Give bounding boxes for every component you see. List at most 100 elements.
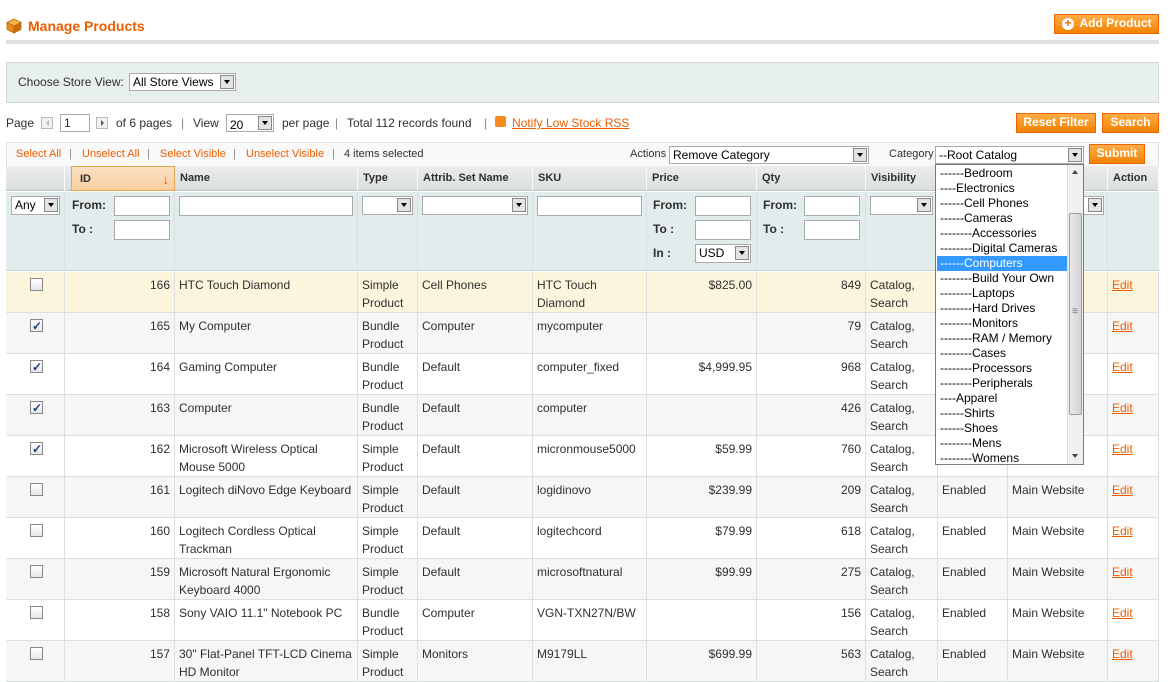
header-visibility[interactable]: Visibility	[866, 166, 938, 191]
row-checkbox[interactable]	[30, 606, 43, 619]
header-attrib-set[interactable]: Attrib. Set Name	[418, 166, 533, 191]
edit-link[interactable]: Edit	[1112, 565, 1133, 579]
category-option[interactable]: --------Monitors	[937, 316, 1067, 331]
category-option[interactable]: ----Electronics	[937, 181, 1067, 196]
category-option[interactable]: --------RAM / Memory	[937, 331, 1067, 346]
chevron-down-icon	[917, 198, 931, 212]
sku-filter-input[interactable]	[537, 196, 642, 216]
edit-link[interactable]: Edit	[1112, 401, 1133, 415]
currency-select[interactable]: USD	[695, 244, 751, 263]
row-action: Edit	[1108, 518, 1159, 559]
category-option[interactable]: --------Cases	[937, 346, 1067, 361]
row-attrib-set: Monitors	[418, 641, 533, 682]
edit-link[interactable]: Edit	[1112, 442, 1133, 456]
category-option[interactable]: ------Shirts	[937, 406, 1067, 421]
edit-link[interactable]: Edit	[1112, 606, 1133, 620]
id-to-input[interactable]	[114, 220, 170, 240]
price-from-input[interactable]	[695, 196, 751, 216]
table-row[interactable]: 161 Logitech diNovo Edge Keyboard Simple P…	[6, 477, 1159, 518]
visibility-filter-select[interactable]	[870, 196, 933, 215]
dropdown-scrollbar[interactable]	[1067, 165, 1083, 464]
next-page-icon[interactable]	[96, 117, 108, 129]
category-option[interactable]: --------Accessories	[937, 226, 1067, 241]
row-checkbox[interactable]	[30, 317, 43, 335]
edit-link[interactable]: Edit	[1112, 524, 1133, 538]
row-checkbox[interactable]	[30, 440, 43, 458]
category-option[interactable]: --------Processors	[937, 361, 1067, 376]
category-option[interactable]: ------Cell Phones	[937, 196, 1067, 211]
category-option[interactable]: --------Peripherals	[937, 376, 1067, 391]
category-option[interactable]: ------Computers	[937, 256, 1067, 271]
row-checkbox[interactable]	[30, 483, 43, 496]
row-price: $4,999.95	[647, 354, 757, 395]
row-checkbox[interactable]	[30, 358, 43, 376]
header-id[interactable]: ID ↓	[71, 166, 175, 191]
row-checkbox[interactable]	[30, 524, 43, 537]
category-option[interactable]: --------Laptops	[937, 286, 1067, 301]
select-visible-link[interactable]: Select Visible	[160, 148, 226, 160]
actions-select[interactable]: Remove Category	[669, 146, 869, 164]
category-option[interactable]: --------Digital Cameras	[937, 241, 1067, 256]
header-price[interactable]: Price	[647, 166, 757, 191]
header-qty[interactable]: Qty	[757, 166, 866, 191]
scroll-down-icon[interactable]	[1068, 449, 1083, 464]
category-option[interactable]: ------Cameras	[937, 211, 1067, 226]
qty-to-input[interactable]	[804, 220, 860, 240]
qty-from-input[interactable]	[804, 196, 860, 216]
row-checkbox[interactable]	[30, 565, 43, 578]
attrib-set-filter-select[interactable]	[422, 196, 528, 215]
page-input[interactable]: 1	[60, 114, 90, 132]
category-option[interactable]: --------Mens	[937, 436, 1067, 451]
unselect-visible-link[interactable]: Unselect Visible	[246, 148, 324, 160]
table-row[interactable]: 160 Logitech Cordless Optical Trackman Sim…	[6, 518, 1159, 559]
massaction-filter-select[interactable]: Any	[11, 196, 60, 215]
row-action: Edit	[1108, 272, 1159, 313]
row-attrib-set: Default	[418, 354, 533, 395]
edit-link[interactable]: Edit	[1112, 319, 1133, 333]
table-row[interactable]: 158 Sony VAIO 11.1" Notebook PC Bundle Pro…	[6, 600, 1159, 641]
table-row[interactable]: 157 30" Flat-Panel TFT-LCD Cinema HD Moni…	[6, 641, 1159, 682]
category-option[interactable]: ----Apparel	[937, 391, 1067, 406]
id-from-input[interactable]	[114, 196, 170, 216]
category-option[interactable]: --------Hard Drives	[937, 301, 1067, 316]
submit-button[interactable]: Submit	[1089, 144, 1145, 164]
scroll-up-icon[interactable]	[1068, 165, 1083, 180]
row-website: Main Website	[1008, 641, 1108, 682]
row-checkbox[interactable]	[30, 399, 43, 417]
edit-link[interactable]: Edit	[1112, 647, 1133, 661]
edit-link[interactable]: Edit	[1112, 360, 1133, 374]
table-row[interactable]: 159 Microsoft Natural Ergonomic Keyboard …	[6, 559, 1159, 600]
search-button[interactable]: Search	[1102, 113, 1159, 133]
header-name[interactable]: Name	[175, 166, 358, 191]
category-option[interactable]: ------Shoes	[937, 421, 1067, 436]
category-option[interactable]: --------Womens	[937, 451, 1067, 464]
price-to-input[interactable]	[695, 220, 751, 240]
previous-page-icon[interactable]	[41, 117, 53, 129]
category-dropdown-list[interactable]: ------Bedroom ----Electronics ------Cell P…	[935, 164, 1084, 465]
add-product-button[interactable]: + Add Product	[1054, 14, 1159, 34]
unselect-all-link[interactable]: Unselect All	[82, 148, 139, 160]
type-filter-select[interactable]	[362, 196, 413, 215]
reset-filter-button[interactable]: Reset Filter	[1016, 113, 1096, 133]
row-checkbox[interactable]	[30, 278, 43, 291]
row-price: $825.00	[647, 272, 757, 313]
scrollbar-thumb[interactable]	[1069, 213, 1082, 415]
row-sku: HTC Touch Diamond	[533, 272, 647, 313]
filter-type-cell	[358, 192, 418, 271]
row-qty: 79	[757, 313, 866, 354]
edit-link[interactable]: Edit	[1112, 483, 1133, 497]
store-view-select[interactable]: All Store Views	[129, 73, 236, 91]
header-sku[interactable]: SKU	[533, 166, 647, 191]
header-type[interactable]: Type	[358, 166, 418, 191]
name-filter-input[interactable]	[179, 196, 353, 216]
low-stock-rss-link[interactable]: Notify Low Stock RSS	[512, 116, 629, 130]
category-select[interactable]: --Root Catalog	[935, 146, 1084, 164]
per-page-select[interactable]: 20	[226, 114, 274, 132]
row-id: 162	[65, 436, 175, 477]
category-option[interactable]: ------Bedroom	[937, 166, 1067, 181]
chevron-down-icon	[853, 148, 867, 162]
row-checkbox[interactable]	[30, 647, 43, 660]
category-option[interactable]: --------Build Your Own	[937, 271, 1067, 286]
edit-link[interactable]: Edit	[1112, 278, 1133, 292]
select-all-link[interactable]: Select All	[16, 148, 61, 160]
